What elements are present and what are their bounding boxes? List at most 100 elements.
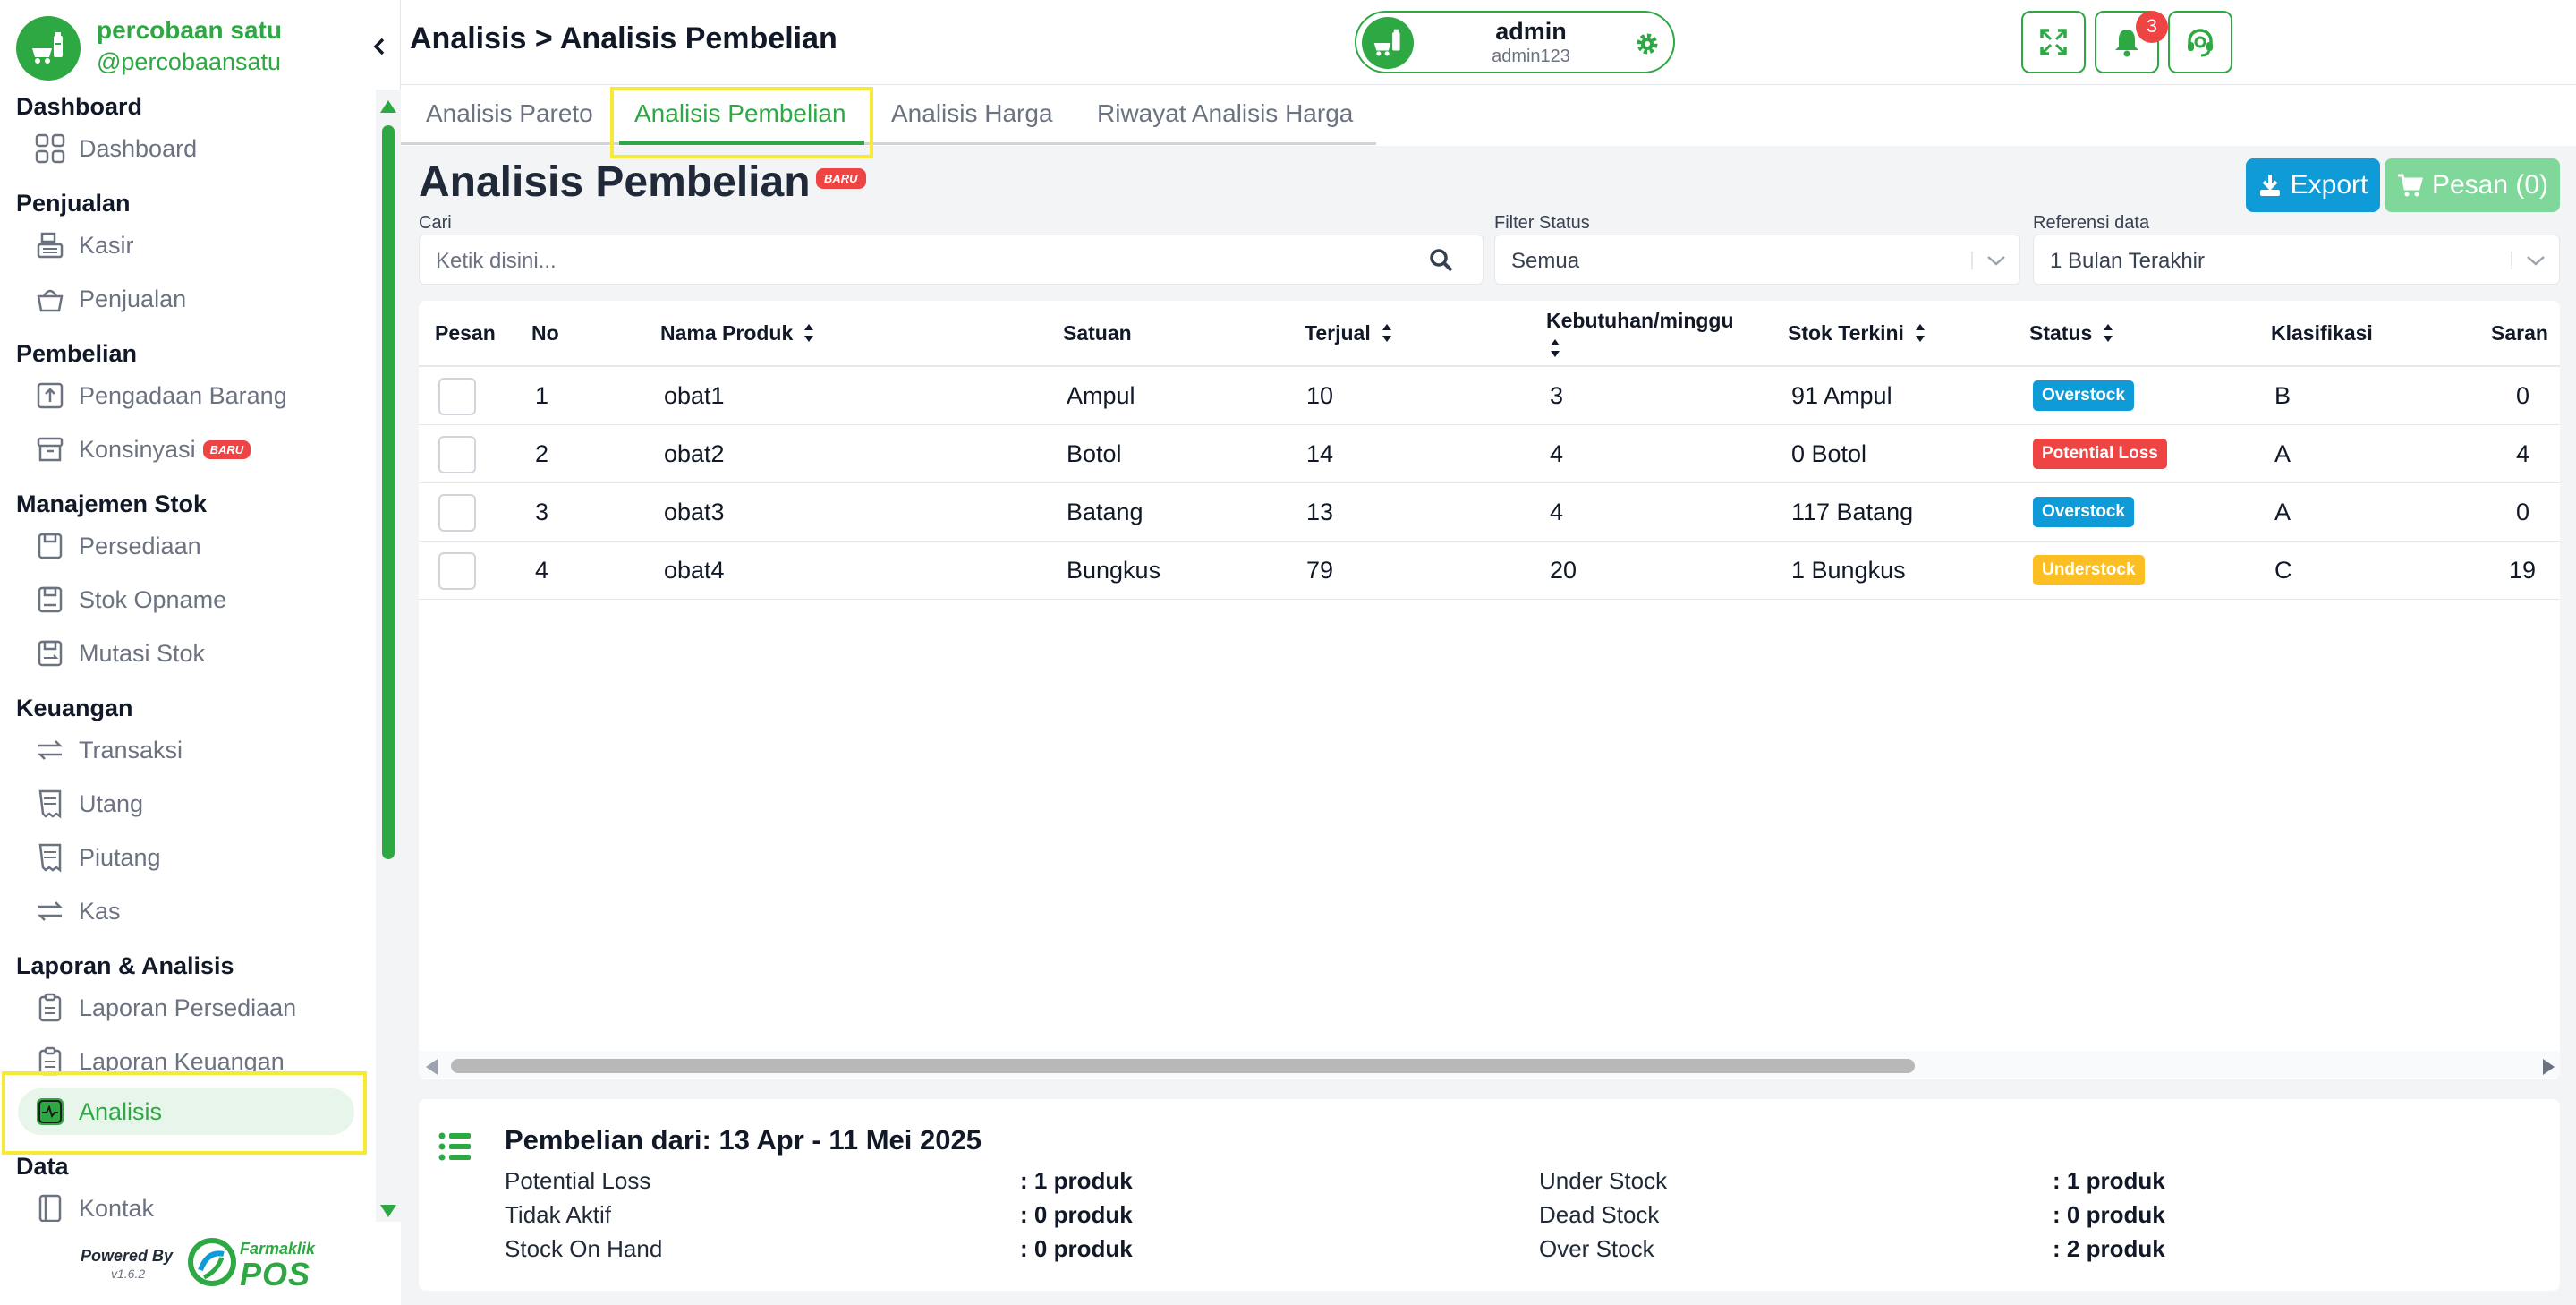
section-title-data: Data [16, 1153, 69, 1180]
sidebar-scrollbar[interactable] [376, 90, 401, 1222]
summary-label-potential-loss: Potential Loss [505, 1167, 651, 1194]
sidebar-item-label: Kontak [79, 1194, 155, 1222]
cell-kebutuhan: 4 [1550, 498, 1564, 525]
tab-riwayat-analisis-harga[interactable]: Riwayat Analisis Harga [1097, 99, 1353, 128]
summary-title: Pembelian dari: 13 Apr - 11 Mei 2025 [505, 1124, 982, 1156]
sidebar-item-label: Penjualan [79, 285, 187, 312]
status-filter-select[interactable]: Semua [1494, 235, 2020, 285]
user-profile-menu[interactable]: admin admin123 [1355, 11, 1675, 73]
notification-count-badge: 3 [2136, 11, 2168, 43]
page-title: Analisis Pembelian [419, 158, 811, 206]
user-name: admin [1495, 18, 1567, 45]
table-row: 4 obat4 Bungkus 79 20 1 Bungkus Understo… [419, 542, 2560, 600]
sidebar-item-piutang[interactable]: Piutang [18, 834, 354, 881]
headset-icon [2188, 29, 2213, 57]
stock-mutation-icon [34, 637, 66, 670]
sidebar-item-kasir[interactable]: Kasir [18, 222, 354, 269]
sort-icon[interactable] [1382, 323, 1392, 343]
sidebar-item-transaksi[interactable]: Transaksi [18, 727, 354, 773]
sort-icon[interactable] [2103, 323, 2113, 343]
sort-icon[interactable] [1915, 323, 1926, 343]
column-header-kebutuhan[interactable]: Kebutuhan/minggu [1546, 301, 1734, 365]
sidebar-item-label: Dashboard [79, 134, 198, 162]
notifications-button[interactable]: 3 [2095, 11, 2168, 73]
cell-terjual: 14 [1306, 439, 1334, 467]
cell-no: 3 [535, 498, 549, 525]
app-version: v1.6.2 [111, 1267, 146, 1281]
tab-analisis-harga[interactable]: Analisis Harga [891, 99, 1053, 128]
sidebar-item-kontak[interactable]: Kontak [18, 1185, 354, 1222]
column-header-nama-produk[interactable]: Nama Produk [660, 301, 814, 365]
cell-klasifikasi: B [2274, 381, 2291, 409]
sidebar-item-konsinyasi[interactable]: Konsinyasi BARU [18, 426, 354, 473]
sidebar-item-persediaan[interactable]: Persediaan [18, 523, 354, 569]
reference-select[interactable]: 1 Bulan Terakhir [2033, 235, 2560, 285]
order-checkbox[interactable] [438, 378, 476, 415]
sidebar-item-pengadaan-barang[interactable]: Pengadaan Barang [18, 372, 354, 419]
breadcrumb: Analisis > Analisis Pembelian [410, 21, 837, 55]
reference-value: 1 Bulan Terakhir [2050, 249, 2205, 273]
search-icon[interactable] [1429, 248, 1454, 273]
sidebar-item-penjualan[interactable]: Penjualan [18, 276, 354, 322]
column-header-satuan: Satuan [1063, 320, 1132, 345]
cell-satuan: Ampul [1067, 381, 1135, 409]
summary-value-stock-on-hand: : 0 produk [1020, 1235, 1133, 1262]
cell-satuan: Batang [1067, 498, 1143, 525]
table-row: 2 obat2 Botol 14 4 0 Botol Potential Los… [419, 425, 2560, 483]
collapse-sidebar-button[interactable] [369, 34, 390, 59]
procurement-icon [34, 380, 66, 412]
sidebar-item-stok-opname[interactable]: Stok Opname [18, 576, 354, 623]
sidebar-scroll-thumb[interactable] [382, 125, 395, 859]
receipt-icon [34, 841, 66, 874]
sidebar-item-label: Utang [79, 789, 144, 817]
archive-box-icon [34, 433, 66, 465]
tabs-baseline [401, 142, 1376, 145]
status-badge: Overstock [2033, 380, 2134, 411]
scroll-right-arrow-icon[interactable] [2543, 1059, 2555, 1075]
summary-value-under-stock: : 1 produk [2053, 1167, 2165, 1194]
status-badge: Understock [2033, 555, 2145, 585]
gear-icon[interactable] [1634, 30, 1661, 57]
sidebar-item-dashboard[interactable]: Dashboard [18, 125, 354, 172]
column-header-terjual[interactable]: Terjual [1305, 301, 1392, 365]
scroll-up-arrow-icon[interactable] [380, 100, 396, 113]
cell-status: Potential Loss [2033, 425, 2167, 482]
sort-icon[interactable] [803, 323, 814, 343]
sort-icon[interactable] [1550, 338, 1560, 358]
brand-name-big: POS [240, 1256, 311, 1292]
support-button[interactable] [2168, 11, 2232, 73]
order-checkbox[interactable] [438, 494, 476, 532]
sidebar-item-label: Piutang [79, 843, 161, 871]
export-button[interactable]: Export [2246, 158, 2380, 212]
sidebar-item-laporan-persediaan[interactable]: Laporan Persediaan [18, 985, 354, 1031]
exchange-icon [34, 895, 66, 927]
summary-value-potential-loss: : 1 produk [1020, 1167, 1133, 1194]
section-title-penjualan: Penjualan [16, 190, 131, 217]
summary-label-tidak-aktif: Tidak Aktif [505, 1201, 611, 1228]
sidebar-item-mutasi-stok[interactable]: Mutasi Stok [18, 630, 354, 677]
order-checkbox[interactable] [438, 436, 476, 473]
sidebar-item-utang[interactable]: Utang [18, 780, 354, 827]
search-input[interactable]: Ketik disini... [419, 235, 1484, 285]
analysis-tabs: Analisis Pareto Analisis Pembelian Anali… [401, 85, 2576, 158]
sidebar-item-kas[interactable]: Kas [18, 888, 354, 934]
cell-stok-terkini: 91 Ampul [1791, 381, 1892, 409]
fullscreen-button[interactable] [2021, 11, 2086, 73]
tab-analisis-pareto[interactable]: Analisis Pareto [426, 99, 593, 128]
table-scroll-thumb[interactable] [451, 1059, 1915, 1073]
column-header-status[interactable]: Status [2029, 301, 2113, 365]
pesan-button[interactable]: Pesan (0) [2385, 158, 2560, 212]
scroll-left-arrow-icon[interactable] [426, 1059, 438, 1075]
cell-saran: 0 [2516, 381, 2530, 409]
column-header-no: No [531, 320, 559, 345]
column-header-stok-terkini[interactable]: Stok Terkini [1788, 301, 1926, 365]
section-title-dashboard: Dashboard [16, 93, 143, 120]
pesan-label: Pesan (0) [2431, 170, 2549, 200]
order-checkbox[interactable] [438, 552, 476, 590]
store-logo[interactable] [16, 16, 81, 81]
summary-value-dead-stock: : 0 produk [2053, 1201, 2165, 1228]
table-horizontal-scrollbar[interactable] [419, 1051, 2560, 1078]
scroll-down-arrow-icon[interactable] [380, 1205, 396, 1217]
clipboard-icon [34, 992, 66, 1024]
summary-label-under-stock: Under Stock [1539, 1167, 1668, 1194]
